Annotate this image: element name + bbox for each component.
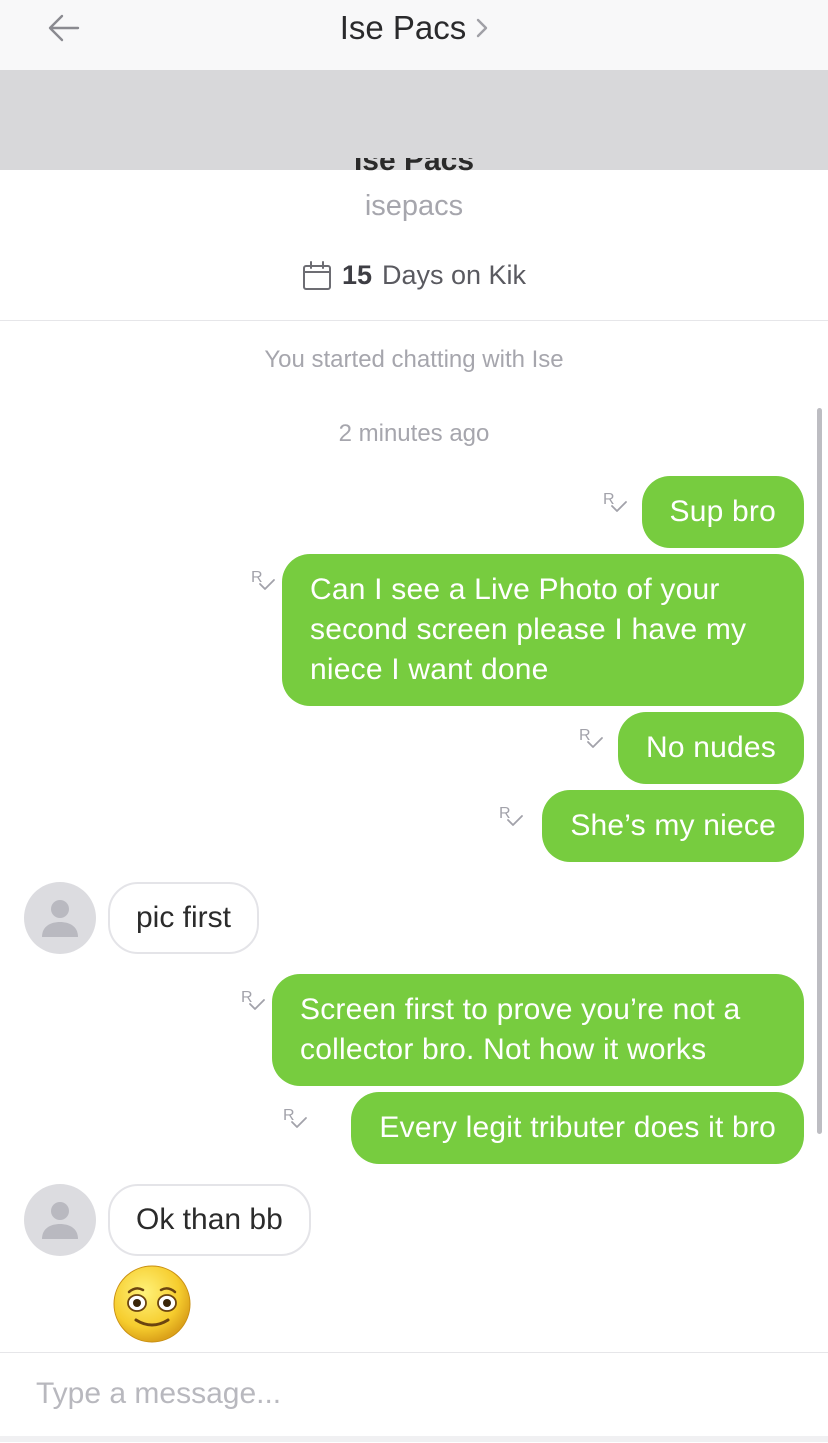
user-silhouette-icon [42, 900, 78, 937]
read-receipt-icon: R [241, 990, 269, 1018]
avatar[interactable] [24, 1184, 96, 1256]
chat-header: Ise Pacs [0, 0, 828, 70]
calendar-icon [302, 260, 331, 290]
message-outgoing[interactable]: No nudes [617, 712, 804, 784]
avatar[interactable] [24, 882, 96, 954]
message-outgoing[interactable]: Every legit tributer does it bro [351, 1092, 804, 1164]
user-silhouette-icon [42, 1202, 78, 1239]
read-receipt-icon: R [499, 806, 527, 834]
read-receipt-icon: R [251, 570, 279, 598]
message-outgoing[interactable]: Screen first to prove you’re not a colle… [272, 974, 804, 1086]
message-outgoing[interactable]: Sup bro [641, 476, 804, 548]
message-incoming[interactable]: pic first [108, 882, 260, 954]
profile-banner [0, 70, 828, 170]
bottom-strip [0, 1436, 828, 1442]
days-count: 15 [341, 260, 372, 290]
divider [0, 320, 828, 321]
message-incoming[interactable]: Ok than bb [108, 1184, 311, 1256]
days-label: Days on Kik [381, 260, 527, 290]
scrollbar[interactable] [817, 408, 822, 1134]
days-on-kik: 15 Days on Kik [0, 260, 828, 291]
contact-name: Ise Pacs [339, 9, 467, 46]
flushed-smile-emoji-icon[interactable] [112, 1264, 192, 1344]
read-receipt-icon: R [579, 728, 607, 756]
profile-display-name: Ise Pacs [353, 158, 475, 177]
chevron-right-icon [476, 18, 488, 38]
compose-bar [0, 1352, 828, 1443]
read-receipt-icon: R [603, 492, 631, 520]
chat-started-notice: You started chatting with Ise [264, 346, 564, 373]
message-outgoing[interactable]: Can I see a Live Photo of your second sc… [282, 554, 804, 706]
contact-title-button[interactable]: Ise Pacs [0, 6, 828, 50]
message-timestamp: 2 minutes ago [338, 420, 490, 447]
message-input[interactable] [34, 1369, 798, 1419]
read-receipt-icon: R [283, 1108, 311, 1136]
profile-username: isepacs [364, 190, 464, 222]
message-outgoing[interactable]: She’s my niece [542, 790, 804, 862]
